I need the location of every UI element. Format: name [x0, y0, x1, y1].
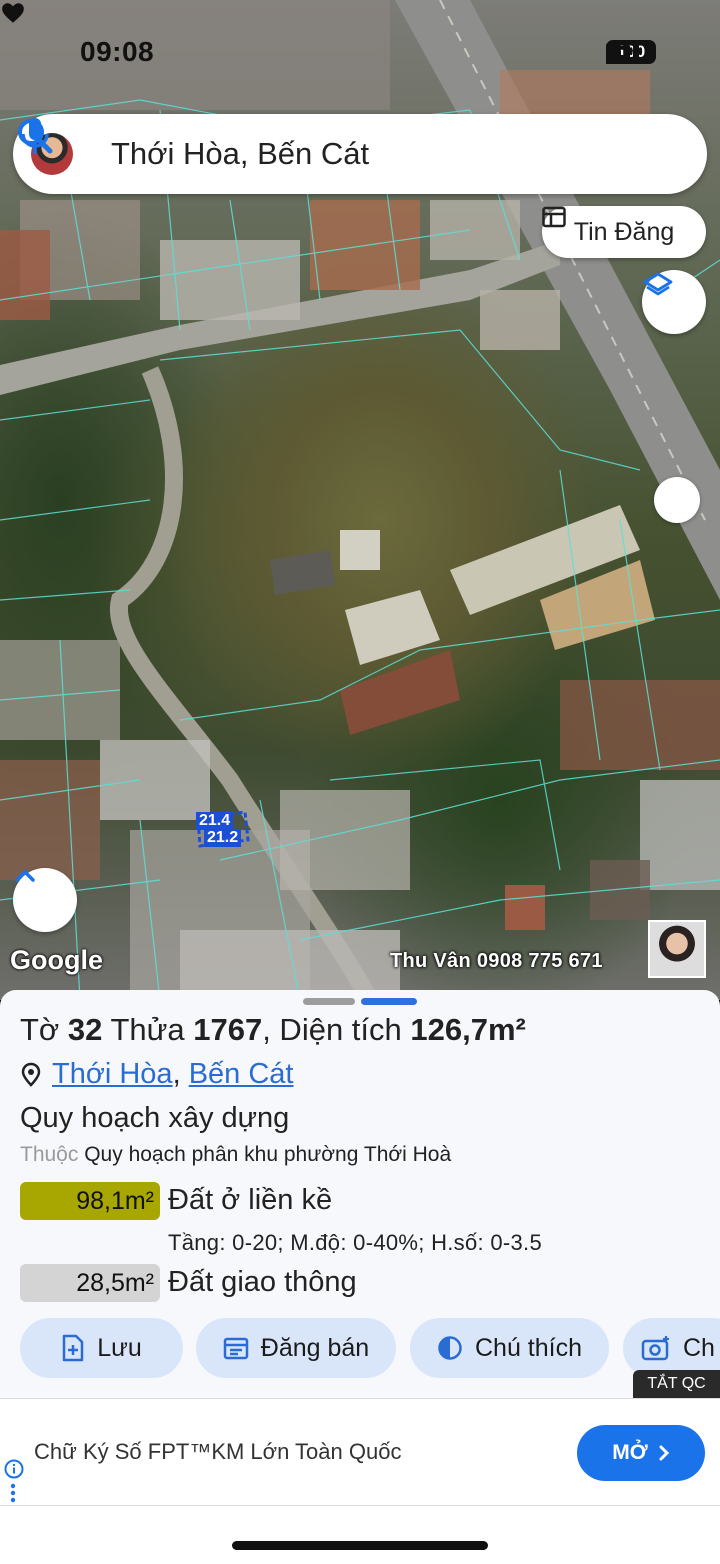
microphone-icon[interactable] — [13, 114, 57, 158]
heart-icon — [2, 3, 24, 23]
district-link[interactable]: Bến Cát — [189, 1058, 294, 1091]
listings-icon — [542, 206, 566, 228]
zone-label-traffic: Đất giao thông — [168, 1266, 357, 1298]
layers-icon — [643, 272, 673, 296]
bottom-safe-area — [0, 1506, 720, 1564]
ad-open-button[interactable]: MỞ — [577, 1425, 705, 1481]
layers-button[interactable] — [642, 270, 706, 334]
zone-label-residential: Đất ở liền kề — [168, 1184, 333, 1216]
zone-detail-residential: Tầng: 0-20; M.độ: 0-40%; H.số: 0-3.5 — [168, 1230, 542, 1255]
document-add-icon — [62, 1334, 84, 1362]
ward-link[interactable]: Thới Hòa — [52, 1058, 173, 1091]
agent-photo[interactable] — [648, 920, 706, 978]
sheet-handle-right[interactable] — [361, 998, 417, 1005]
plan-reference: Thuộc Quy hoạch phân khu phường Thới Hoà — [20, 1143, 452, 1166]
lot-number: 1767 — [193, 1012, 263, 1047]
legend-button[interactable]: Chú thích — [410, 1318, 609, 1378]
parcel-info-sheet: Tờ 32 Thửa 1767, Diện tích 126,7m² Thới … — [0, 990, 720, 1400]
location-pin-icon — [21, 1062, 41, 1087]
opacity-slider-handle[interactable] — [654, 477, 700, 523]
home-indicator[interactable] — [232, 1541, 488, 1550]
chevron-right-icon — [659, 1445, 669, 1461]
chevron-up-icon — [15, 869, 35, 882]
more-options-icon[interactable] — [10, 1483, 16, 1503]
zone-area-badge-residential: 98,1m² — [20, 1182, 160, 1220]
save-button[interactable]: Lưu — [20, 1318, 183, 1378]
sheet-number: 32 — [67, 1012, 103, 1047]
dimension-label-bottom: 21.2 — [204, 829, 242, 847]
satellite-map[interactable]: 21.4 21.2 09:08 100 Thới Hòa, Bến Cát Ti… — [0, 0, 720, 1000]
expand-up-button[interactable] — [13, 868, 77, 932]
wifi-icon — [606, 40, 638, 62]
section-heading: Quy hoạch xây dựng — [20, 1102, 290, 1134]
info-icon[interactable] — [4, 1459, 24, 1479]
parcel-title: Tờ 32 Thửa 1767, Diện tích 126,7m² — [20, 1012, 526, 1047]
sheet-handle-left[interactable] — [303, 998, 355, 1005]
listings-label: Tin Đăng — [573, 217, 675, 246]
location-row: Thới Hòa, Bến Cát — [20, 1058, 293, 1091]
status-indicators: 100 — [606, 40, 656, 64]
status-time: 09:08 — [80, 36, 155, 67]
contrast-icon — [438, 1336, 462, 1360]
parcel-area: 126,7m² — [410, 1012, 526, 1047]
close-ad-button[interactable]: TẮT QC — [633, 1370, 720, 1398]
search-query[interactable]: Thới Hòa, Bến Cát — [111, 136, 707, 172]
dimension-label-top: 21.4 — [196, 812, 234, 830]
ad-banner[interactable]: Chữ Ký Số FPT™KM Lớn Toàn Quốc MỞ — [0, 1398, 720, 1506]
search-bar[interactable]: Thới Hòa, Bến Cát — [13, 114, 707, 194]
google-logo: Google — [10, 945, 103, 975]
agent-watermark: Thu Vân 0908 775 671 — [390, 950, 603, 972]
zone-area-badge-traffic: 28,5m² — [20, 1264, 160, 1302]
capture-button[interactable]: Ch — [623, 1318, 720, 1378]
ad-headline: Chữ Ký Số FPT™KM Lớn Toàn Quốc — [34, 1439, 402, 1464]
listings-button[interactable]: Tin Đăng — [542, 206, 706, 258]
post-sale-button[interactable]: Đăng bán — [196, 1318, 396, 1378]
camera-add-icon — [641, 1336, 669, 1361]
calendar-icon — [223, 1337, 249, 1360]
